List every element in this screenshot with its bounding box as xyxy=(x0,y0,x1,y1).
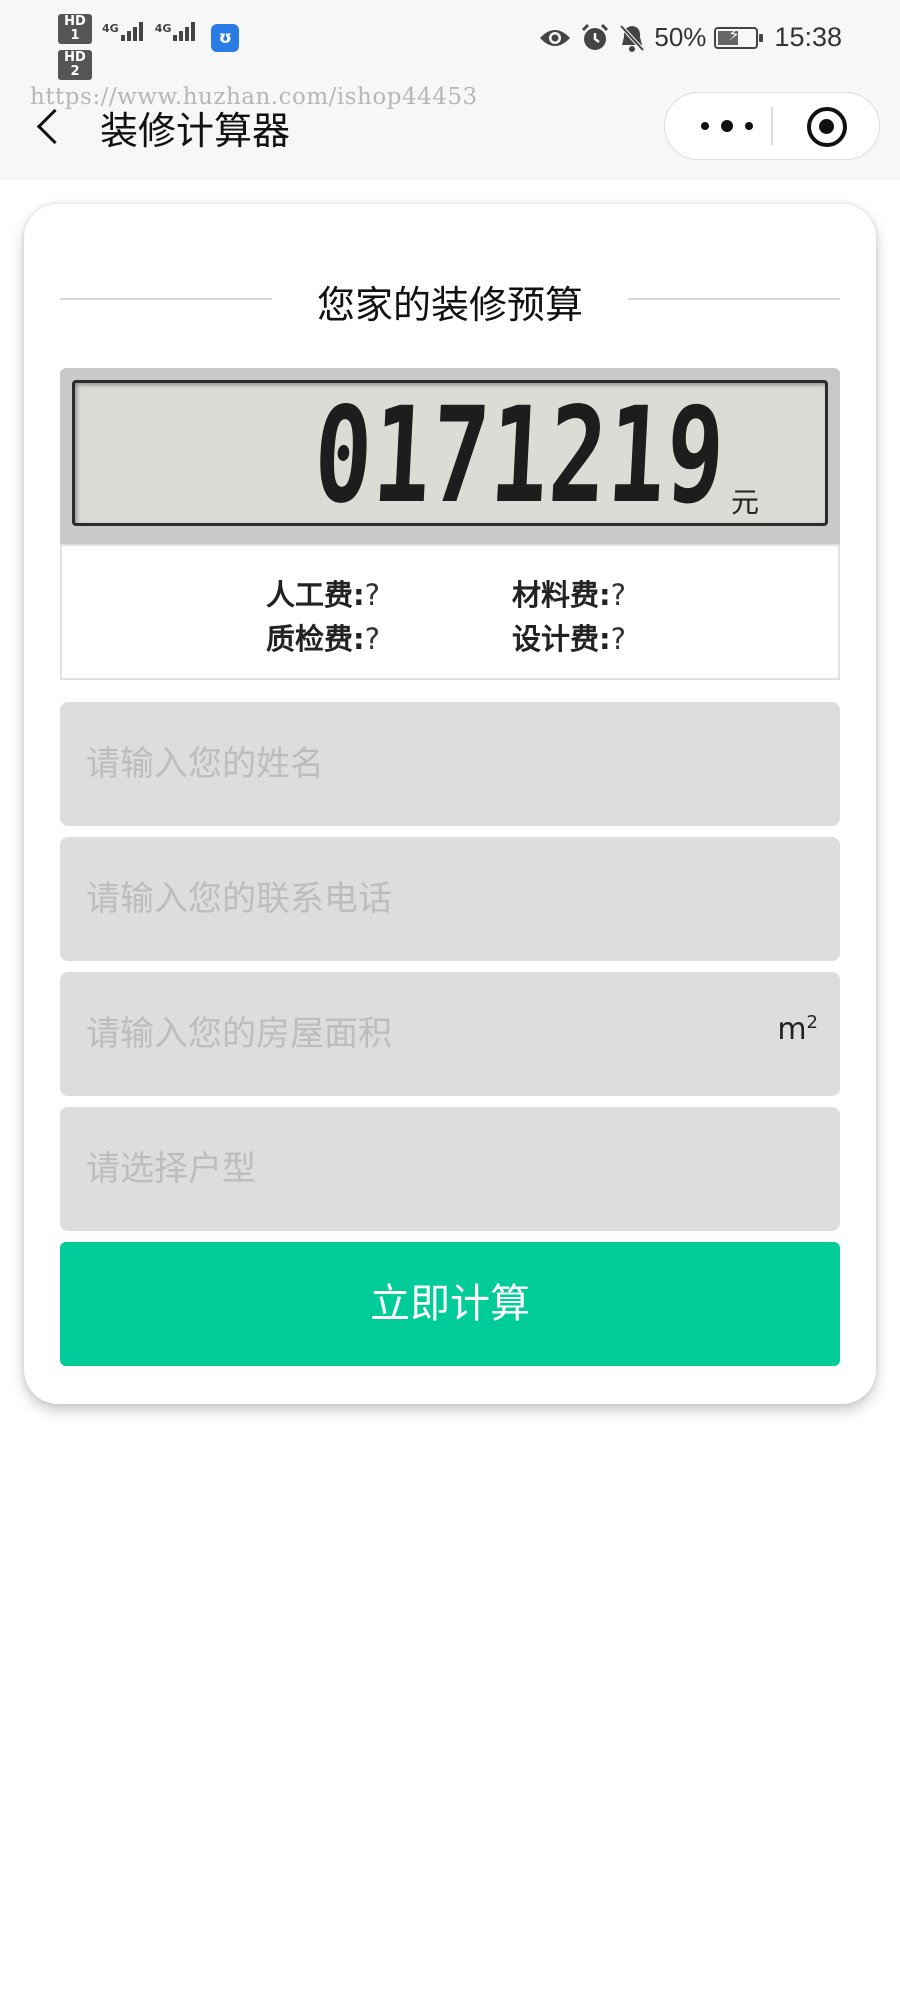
hd1-badge: HD 1 xyxy=(58,14,92,44)
miniprogram-capsule xyxy=(664,92,880,160)
labor-cost-value: ? xyxy=(364,578,381,612)
status-left: HD 1 HD 2 4G 4G ʊ xyxy=(58,14,240,80)
budget-heading-row: 您家的装修预算 xyxy=(60,274,840,327)
inspection-cost: 质检费:? xyxy=(266,616,380,658)
lcd-screen: 0171219 元 xyxy=(72,379,828,533)
sim1-network-label: 4G xyxy=(102,22,119,35)
battery-charging-icon: ⚡ xyxy=(714,25,764,49)
hd-indicators: HD 1 HD 2 xyxy=(58,14,92,80)
top-bar: HD 1 HD 2 4G 4G ʊ 50% ⚡ 15:38 https://ww… xyxy=(0,0,900,180)
area-unit: m2 xyxy=(777,1012,818,1047)
area-field[interactable]: m2 xyxy=(60,972,840,1096)
sim2-network-label: 4G xyxy=(154,22,172,35)
cost-breakdown: 人工费:? 材料费:? 质检费:? 设计费:? xyxy=(60,544,840,680)
hd2-badge: HD 2 xyxy=(58,50,92,80)
eye-icon xyxy=(540,29,571,46)
area-input[interactable] xyxy=(86,972,766,1096)
budget-heading: 您家的装修预算 xyxy=(288,283,611,327)
status-bar: HD 1 HD 2 4G 4G ʊ 50% ⚡ 15:38 xyxy=(0,0,900,80)
bell-muted-icon xyxy=(619,24,645,52)
material-cost-label: 材料费: xyxy=(512,578,611,612)
battery-percent: 50% xyxy=(654,22,707,52)
design-cost-label: 设计费: xyxy=(512,622,611,656)
phone-input[interactable] xyxy=(86,837,766,961)
calculate-button[interactable]: 立即计算 xyxy=(60,1242,840,1366)
house-type-select[interactable]: 请选择户型 xyxy=(60,1107,840,1231)
capsule-divider xyxy=(771,107,773,145)
labor-cost-label: 人工费: xyxy=(266,578,365,612)
page-title: 装修计算器 xyxy=(100,109,291,153)
material-cost: 材料费:? xyxy=(512,572,626,614)
signal-sim2-icon: 4G xyxy=(155,22,198,41)
name-field[interactable] xyxy=(60,702,840,826)
clock: 15:38 xyxy=(774,22,842,52)
budget-display: 0171219 元 xyxy=(60,368,840,548)
budget-unit: 元 xyxy=(730,486,759,519)
area-unit-exponent: 2 xyxy=(806,1012,818,1033)
close-miniprogram-icon[interactable] xyxy=(807,107,847,147)
design-cost-value: ? xyxy=(610,622,627,656)
app-notification-icon: ʊ xyxy=(211,24,240,52)
design-cost: 设计费:? xyxy=(512,616,626,658)
inspection-cost-value: ? xyxy=(364,622,381,656)
name-input[interactable] xyxy=(86,702,766,826)
calculator-card: 您家的装修预算 0171219 元 人工费:? 材料费:? 质检费:? 设计费:… xyxy=(24,204,876,1404)
labor-cost: 人工费:? xyxy=(266,572,380,614)
inspection-cost-label: 质检费: xyxy=(266,622,365,656)
area-unit-base: m xyxy=(777,1012,807,1047)
signal-sim1-icon: 4G xyxy=(102,22,145,41)
house-type-placeholder[interactable]: 请选择户型 xyxy=(86,1107,766,1231)
phone-field[interactable] xyxy=(60,837,840,961)
alarm-icon xyxy=(582,23,609,50)
more-options-icon[interactable] xyxy=(693,103,773,149)
material-cost-value: ? xyxy=(610,578,627,612)
back-arrow-icon[interactable] xyxy=(30,102,70,152)
status-right: 50% ⚡ 15:38 xyxy=(538,22,842,53)
budget-value: 0171219 xyxy=(310,379,729,533)
